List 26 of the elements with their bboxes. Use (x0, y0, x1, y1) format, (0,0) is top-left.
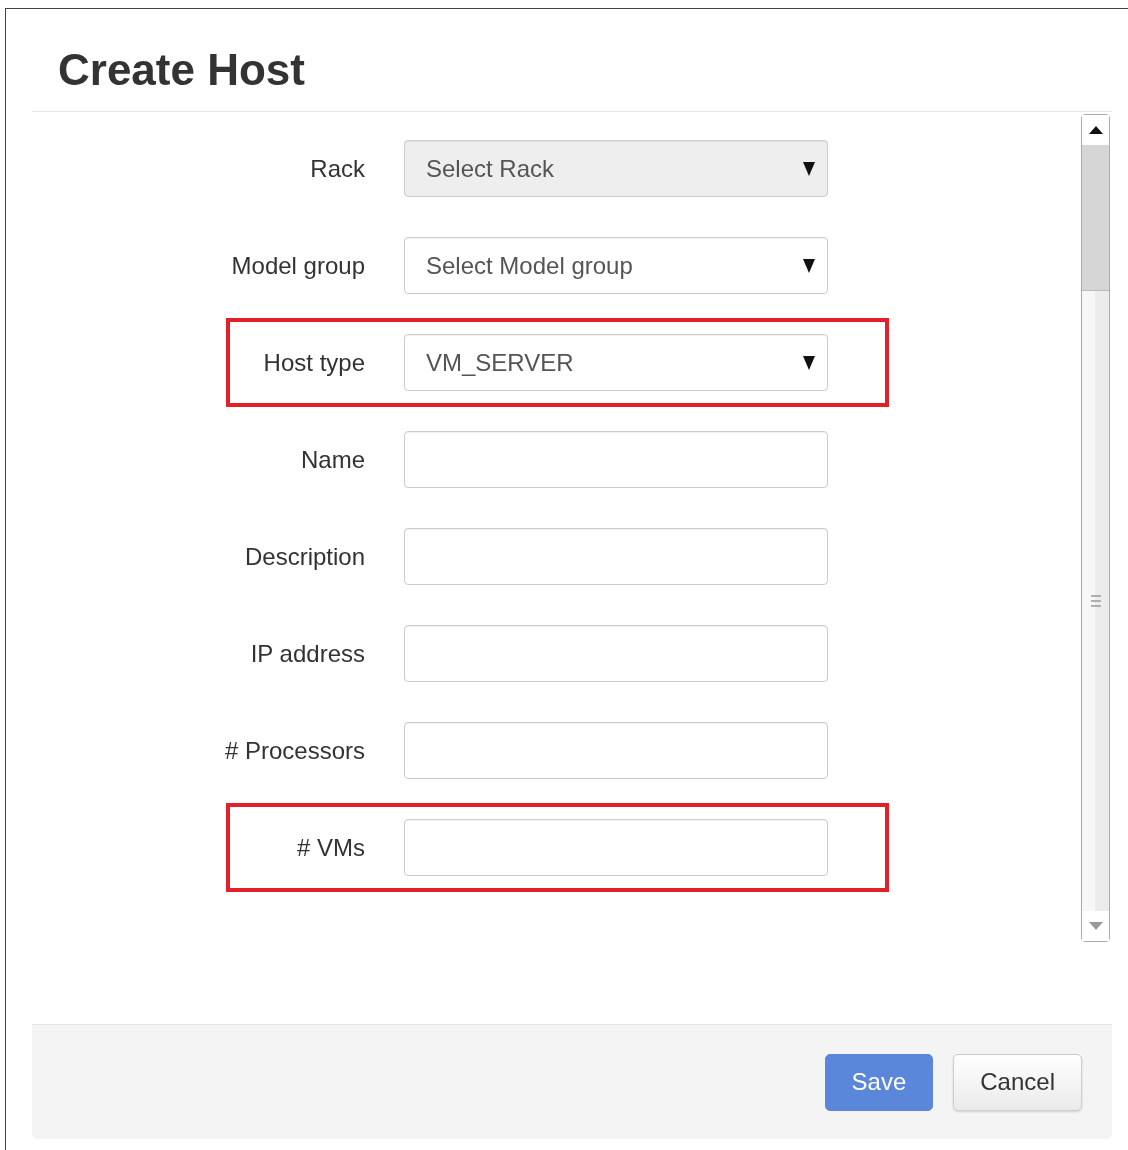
input-field[interactable] (404, 722, 828, 779)
field-label: # VMs (296, 833, 365, 862)
field-label: Description (243, 542, 365, 571)
field-label: Host type (262, 348, 365, 377)
select-field[interactable]: VM_SERVER (404, 334, 828, 391)
scroll-down-icon[interactable] (1088, 922, 1103, 930)
caret-icon (803, 258, 815, 273)
input-field[interactable] (404, 625, 828, 682)
scrollbar[interactable] (1081, 114, 1110, 942)
scroll-up-icon[interactable] (1088, 126, 1103, 134)
grip-icon[interactable] (1090, 595, 1101, 607)
input-field[interactable] (404, 528, 828, 585)
save-button[interactable]: Save (824, 1053, 934, 1111)
dialog-title: Create Host (58, 45, 306, 95)
caret-icon (803, 355, 815, 370)
input-field[interactable] (404, 431, 828, 488)
scroll-thumb[interactable] (1082, 145, 1109, 291)
field-label: Model group (230, 251, 365, 280)
cancel-button[interactable]: Cancel (953, 1053, 1082, 1111)
field-label: Rack (309, 154, 365, 183)
select-field[interactable]: Select Model group (404, 237, 828, 294)
field-label: Name (299, 445, 365, 474)
field-label: IP address (249, 639, 365, 668)
caret-icon (803, 161, 815, 176)
input-field[interactable] (404, 819, 828, 876)
field-label: # Processors (223, 736, 365, 765)
